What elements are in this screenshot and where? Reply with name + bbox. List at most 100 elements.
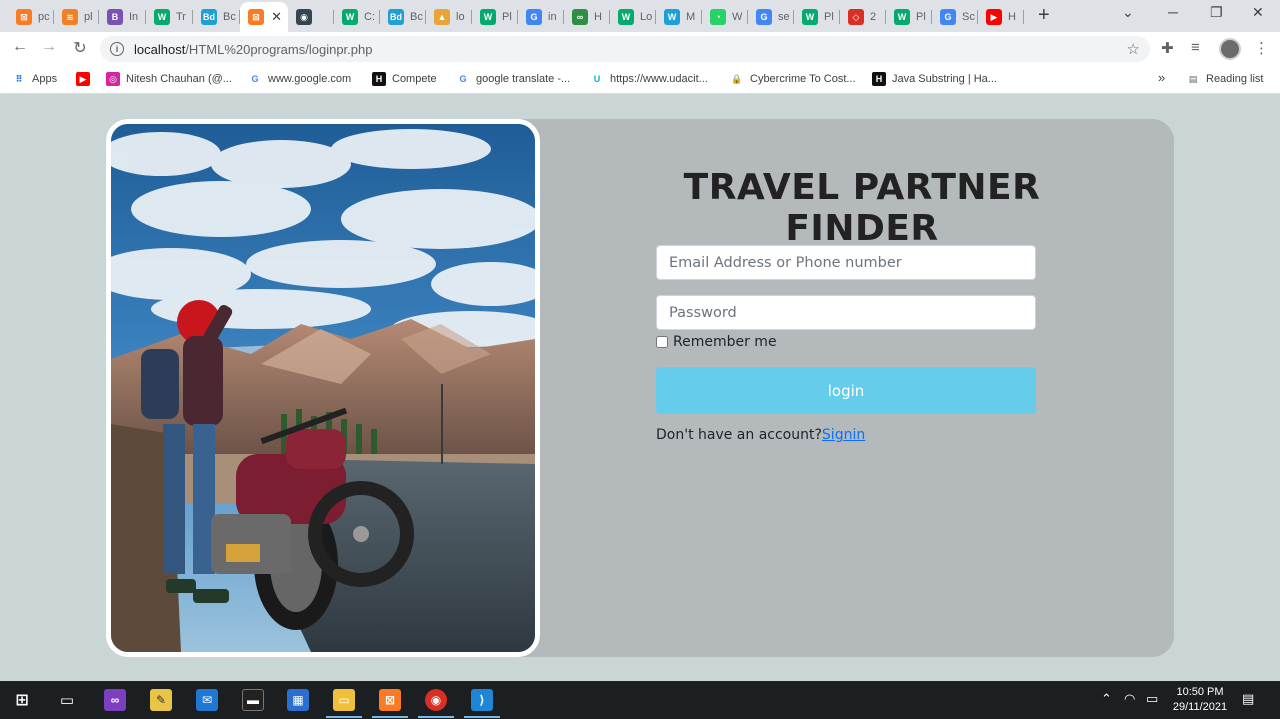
chrome-icon[interactable]: ◉ <box>425 689 447 711</box>
browser-tab[interactable]: Gin <box>518 4 564 30</box>
tab-title: se <box>778 11 790 23</box>
bookmark-item[interactable]: H Compete <box>372 72 437 86</box>
browser-tab[interactable]: ▲ lo <box>426 4 472 30</box>
terminal-icon[interactable]: ▬ <box>242 689 264 711</box>
restore-icon[interactable]: ❐ <box>1210 4 1223 21</box>
login-card: TRAVEL PARTNER FINDER Remember me login … <box>106 119 1174 657</box>
browser-tab[interactable]: ⊠ ✕ <box>240 2 288 32</box>
signin-link[interactable]: Signin <box>822 427 865 443</box>
reading-list-button[interactable]: ▤ Reading list <box>1186 72 1264 86</box>
login-button[interactable]: login <box>656 367 1036 414</box>
mail-icon[interactable]: ✉ <box>196 689 218 711</box>
xampp-icon[interactable]: ⊠ <box>379 689 401 711</box>
reading-list-icon: ▤ <box>1188 73 1198 84</box>
file-explorer-icon[interactable]: ▭ <box>333 689 355 711</box>
taskbar-clock[interactable]: 10:50 PM 29/11/2021 <box>1162 685 1238 715</box>
tab-title: 2 <box>870 11 877 23</box>
store-icon[interactable]: ▦ <box>287 689 309 711</box>
new-tab-plus-icon[interactable]: + <box>1038 5 1050 25</box>
hero-photo <box>106 119 540 657</box>
browser-tab[interactable]: ◔ W <box>702 4 748 30</box>
profile-avatar[interactable] <box>1219 38 1241 60</box>
bookmark-label: www.google.com <box>268 73 352 85</box>
bookmark-star-icon[interactable]: ☆ <box>1127 40 1140 58</box>
google-icon: G <box>459 74 467 84</box>
vscode-icon[interactable]: ⟩ <box>471 689 493 711</box>
chrome-running-indicator <box>418 716 454 718</box>
tab-title: Pl <box>824 11 834 23</box>
browser-tab[interactable]: B In <box>99 4 146 30</box>
browser-tab[interactable]: W Pl <box>472 4 518 30</box>
tools-icon[interactable]: ✎ <box>150 689 172 711</box>
audio-tab-icon: ◉ <box>296 9 312 25</box>
bookmark-item[interactable]: 🔒 Cybercrime To Cost... <box>730 72 855 86</box>
bookmarks-overflow-icon[interactable]: » <box>1158 70 1165 85</box>
forward-arrow-icon[interactable]: → <box>38 38 60 56</box>
battery-icon[interactable]: ▭ <box>1146 691 1158 707</box>
browser-tab[interactable]: ∞ H <box>564 4 610 30</box>
task-view-icon[interactable]: ▭ <box>56 689 78 711</box>
browser-tab[interactable]: G Sc <box>932 4 978 30</box>
menu-kebab-icon[interactable]: ⋮ <box>1254 39 1269 57</box>
password-field[interactable] <box>656 295 1036 330</box>
browser-tab[interactable]: W C: <box>334 4 380 30</box>
explorer-running-indicator <box>326 716 362 718</box>
bookmark-label: Nitesh Chauhan (@... <box>126 73 232 85</box>
site-info-icon[interactable]: i <box>110 42 124 56</box>
vscode-running-indicator <box>464 716 500 718</box>
tab-title: In <box>129 11 139 23</box>
bookmark-item[interactable]: ▶ <box>76 72 96 86</box>
address-bar[interactable]: i localhost/HTML%20programs/loginpr.php … <box>100 36 1150 62</box>
minimize-icon[interactable]: ─ <box>1168 4 1178 20</box>
tab-title: in <box>548 11 557 23</box>
browser-tab[interactable]: Bd Bc <box>193 4 240 30</box>
bd-icon: Bd <box>201 9 217 25</box>
bookmark-item[interactable]: ⠿ Apps <box>12 72 57 86</box>
browser-tab[interactable]: W Pl <box>886 4 932 30</box>
bookmark-item[interactable]: Gwww.google.com <box>248 72 351 86</box>
windows-start-icon[interactable]: ⊞ <box>11 689 33 711</box>
tab-title: C: <box>364 11 375 23</box>
browser-tab[interactable]: W Tr <box>146 4 193 30</box>
tab-search-chevron-icon[interactable]: ⌄ <box>1122 4 1134 21</box>
browser-tab[interactable]: ⊠ pc <box>8 4 54 30</box>
wifi-icon[interactable]: ◠ <box>1124 691 1135 707</box>
visual-studio-icon[interactable]: ∞ <box>104 689 126 711</box>
clock-time: 10:50 PM <box>1176 686 1224 698</box>
extensions-puzzle-icon[interactable]: ✚ <box>1161 39 1174 57</box>
email-field[interactable] <box>656 245 1036 280</box>
back-arrow-icon[interactable]: ← <box>9 38 31 56</box>
browser-tab[interactable]: ≋ pl <box>54 4 99 30</box>
bookmark-label: google translate -... <box>476 73 571 85</box>
xampp-icon: ⊠ <box>248 9 264 25</box>
close-tab-icon[interactable]: ✕ <box>271 9 282 25</box>
w3schools-icon: W <box>618 9 634 25</box>
browser-tab[interactable]: W Pl <box>794 4 840 30</box>
bookmark-item[interactable]: H Java Substring | Ha... <box>872 72 997 86</box>
browser-tab[interactable]: Bd Bc <box>380 4 426 30</box>
window-close-icon[interactable]: ✕ <box>1252 4 1264 21</box>
browser-tab[interactable]: WM <box>656 4 702 30</box>
tab-title: M <box>686 11 696 23</box>
reading-list-label: Reading list <box>1206 73 1264 85</box>
browser-toolbar: ← → ↻ i localhost/HTML%20programs/loginp… <box>0 32 1280 66</box>
browser-tab[interactable]: ◉ <box>288 4 334 30</box>
browser-tab[interactable]: ◇ 2 <box>840 4 886 30</box>
page-title: TRAVEL PARTNER FINDER <box>683 167 1041 249</box>
remember-checkbox[interactable] <box>656 336 668 348</box>
bookmark-item[interactable]: Ggoogle translate -... <box>456 72 570 86</box>
notifications-icon[interactable]: ▤ <box>1242 691 1254 707</box>
bookmark-label: Compete <box>392 73 437 85</box>
tray-chevron-icon[interactable]: ⌃ <box>1101 691 1112 707</box>
bookmark-label: Java Substring | Ha... <box>892 73 997 85</box>
browser-tab[interactable]: Gse <box>748 4 794 30</box>
browser-tab[interactable]: W Lo <box>610 4 656 30</box>
remember-me[interactable]: Remember me <box>656 334 777 350</box>
media-control-icon[interactable]: ≡ <box>1191 39 1200 56</box>
browser-tab[interactable]: ▶ H <box>978 4 1024 30</box>
tab-title: H <box>594 11 602 23</box>
reload-icon[interactable]: ↻ <box>69 38 91 58</box>
bookmark-item[interactable]: Uhttps://www.udacit... <box>590 72 708 86</box>
udacity-icon: U <box>593 74 601 84</box>
bookmark-item[interactable]: ◎ Nitesh Chauhan (@... <box>106 72 232 86</box>
